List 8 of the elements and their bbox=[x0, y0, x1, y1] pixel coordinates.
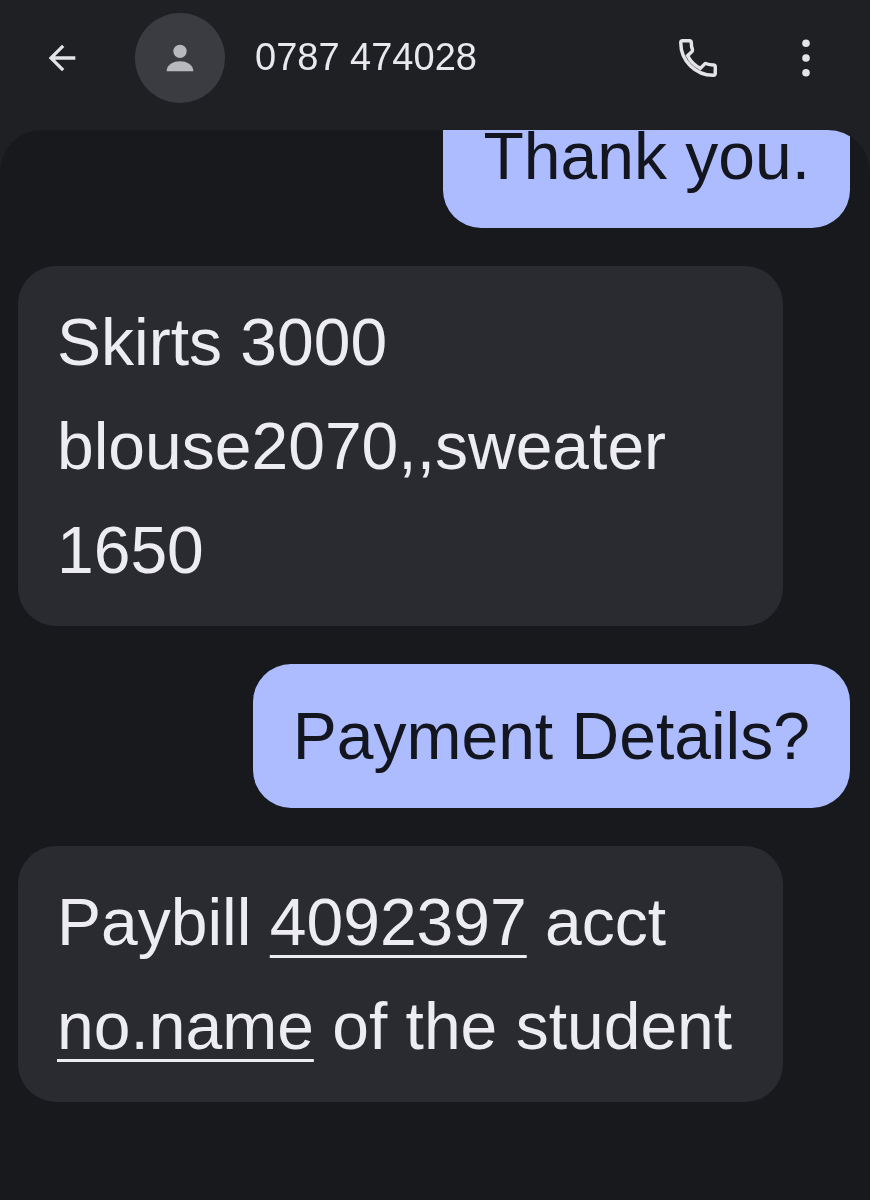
message-text: Paybill 4092397 acct no.name of the student bbox=[57, 884, 734, 1065]
more-icon[interactable] bbox=[801, 38, 811, 77]
message-text: Thank you. bbox=[483, 130, 810, 195]
message-text: Payment Details? bbox=[292, 698, 810, 775]
message-text: Skirts 3000 blouse2070,,sweater 1650 bbox=[57, 304, 668, 589]
link[interactable]: no.name bbox=[57, 989, 314, 1063]
contact-number: 0787 474028 bbox=[255, 36, 478, 79]
link[interactable]: 4092397 bbox=[269, 885, 527, 959]
